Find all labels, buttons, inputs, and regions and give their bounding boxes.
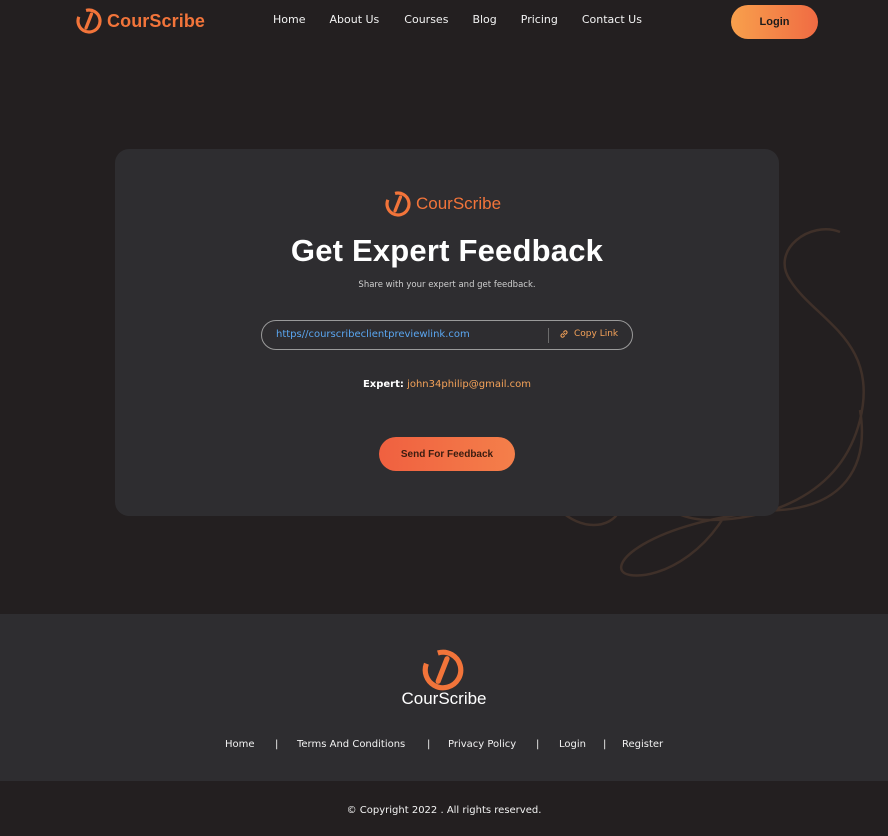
login-button[interactable]: Login bbox=[731, 5, 818, 39]
feedback-card: CourScribe Get Expert Feedback Share wit… bbox=[115, 149, 779, 516]
courscribe-logo-icon bbox=[385, 191, 411, 217]
top-nav: CourScribe Home About Us Courses Blog Pr… bbox=[0, 0, 888, 44]
nav-link-courses[interactable]: Courses bbox=[404, 13, 448, 26]
nav-brand[interactable]: CourScribe bbox=[76, 8, 205, 34]
brand-name: CourScribe bbox=[107, 10, 206, 31]
expert-label: Expert: bbox=[362, 379, 404, 390]
page-title: Get Expert Feedback bbox=[290, 233, 604, 268]
send-for-feedback-button[interactable]: Send For Feedback bbox=[379, 437, 515, 471]
preview-link-field[interactable]: https//courscribeclientpreviewlink.com C… bbox=[261, 320, 633, 350]
copyright-text: © Copyright 2022 . All rights reserved. bbox=[346, 805, 542, 816]
footer-link-privacy[interactable]: Privacy Policy bbox=[448, 739, 516, 750]
nav-link-blog[interactable]: Blog bbox=[472, 13, 496, 26]
copy-link-button[interactable]: Copy Link bbox=[559, 329, 618, 339]
footer-separator: | bbox=[427, 739, 431, 750]
footer-link-home[interactable]: Home bbox=[225, 739, 255, 750]
courscribe-logo-icon bbox=[76, 8, 102, 34]
footer: CourScribe Home | Terms And Conditions |… bbox=[0, 614, 888, 781]
copy-link-label: Copy Link bbox=[574, 329, 619, 339]
nav-link-contact[interactable]: Contact Us bbox=[582, 13, 642, 26]
footer-separator: | bbox=[603, 739, 607, 750]
footer-link-login[interactable]: Login bbox=[559, 739, 586, 750]
footer-brand-name: CourScribe bbox=[401, 689, 487, 708]
link-icon bbox=[560, 330, 568, 338]
card-brand: CourScribe bbox=[385, 191, 501, 217]
nav-link-home[interactable]: Home bbox=[273, 13, 305, 26]
footer-link-register[interactable]: Register bbox=[622, 739, 663, 750]
expert-line: Expert: john34philip@gmail.com bbox=[115, 379, 779, 390]
divider bbox=[548, 328, 549, 343]
brand-name: CourScribe bbox=[416, 194, 502, 213]
copyright-bar: © Copyright 2022 . All rights reserved. bbox=[0, 781, 888, 836]
nav-link-about[interactable]: About Us bbox=[329, 13, 379, 26]
footer-link-terms[interactable]: Terms And Conditions bbox=[297, 739, 405, 750]
courscribe-logo-icon bbox=[422, 649, 464, 691]
footer-separator: | bbox=[536, 739, 540, 750]
expert-email: john34philip@gmail.com bbox=[407, 379, 532, 390]
nav-links: Home About Us Courses Blog Pricing Conta… bbox=[273, 13, 666, 26]
page-subtitle: Share with your expert and get feedback. bbox=[358, 280, 536, 290]
preview-link-url[interactable]: https//courscribeclientpreviewlink.com bbox=[276, 329, 470, 340]
footer-separator: | bbox=[275, 739, 279, 750]
nav-link-pricing[interactable]: Pricing bbox=[521, 13, 558, 26]
